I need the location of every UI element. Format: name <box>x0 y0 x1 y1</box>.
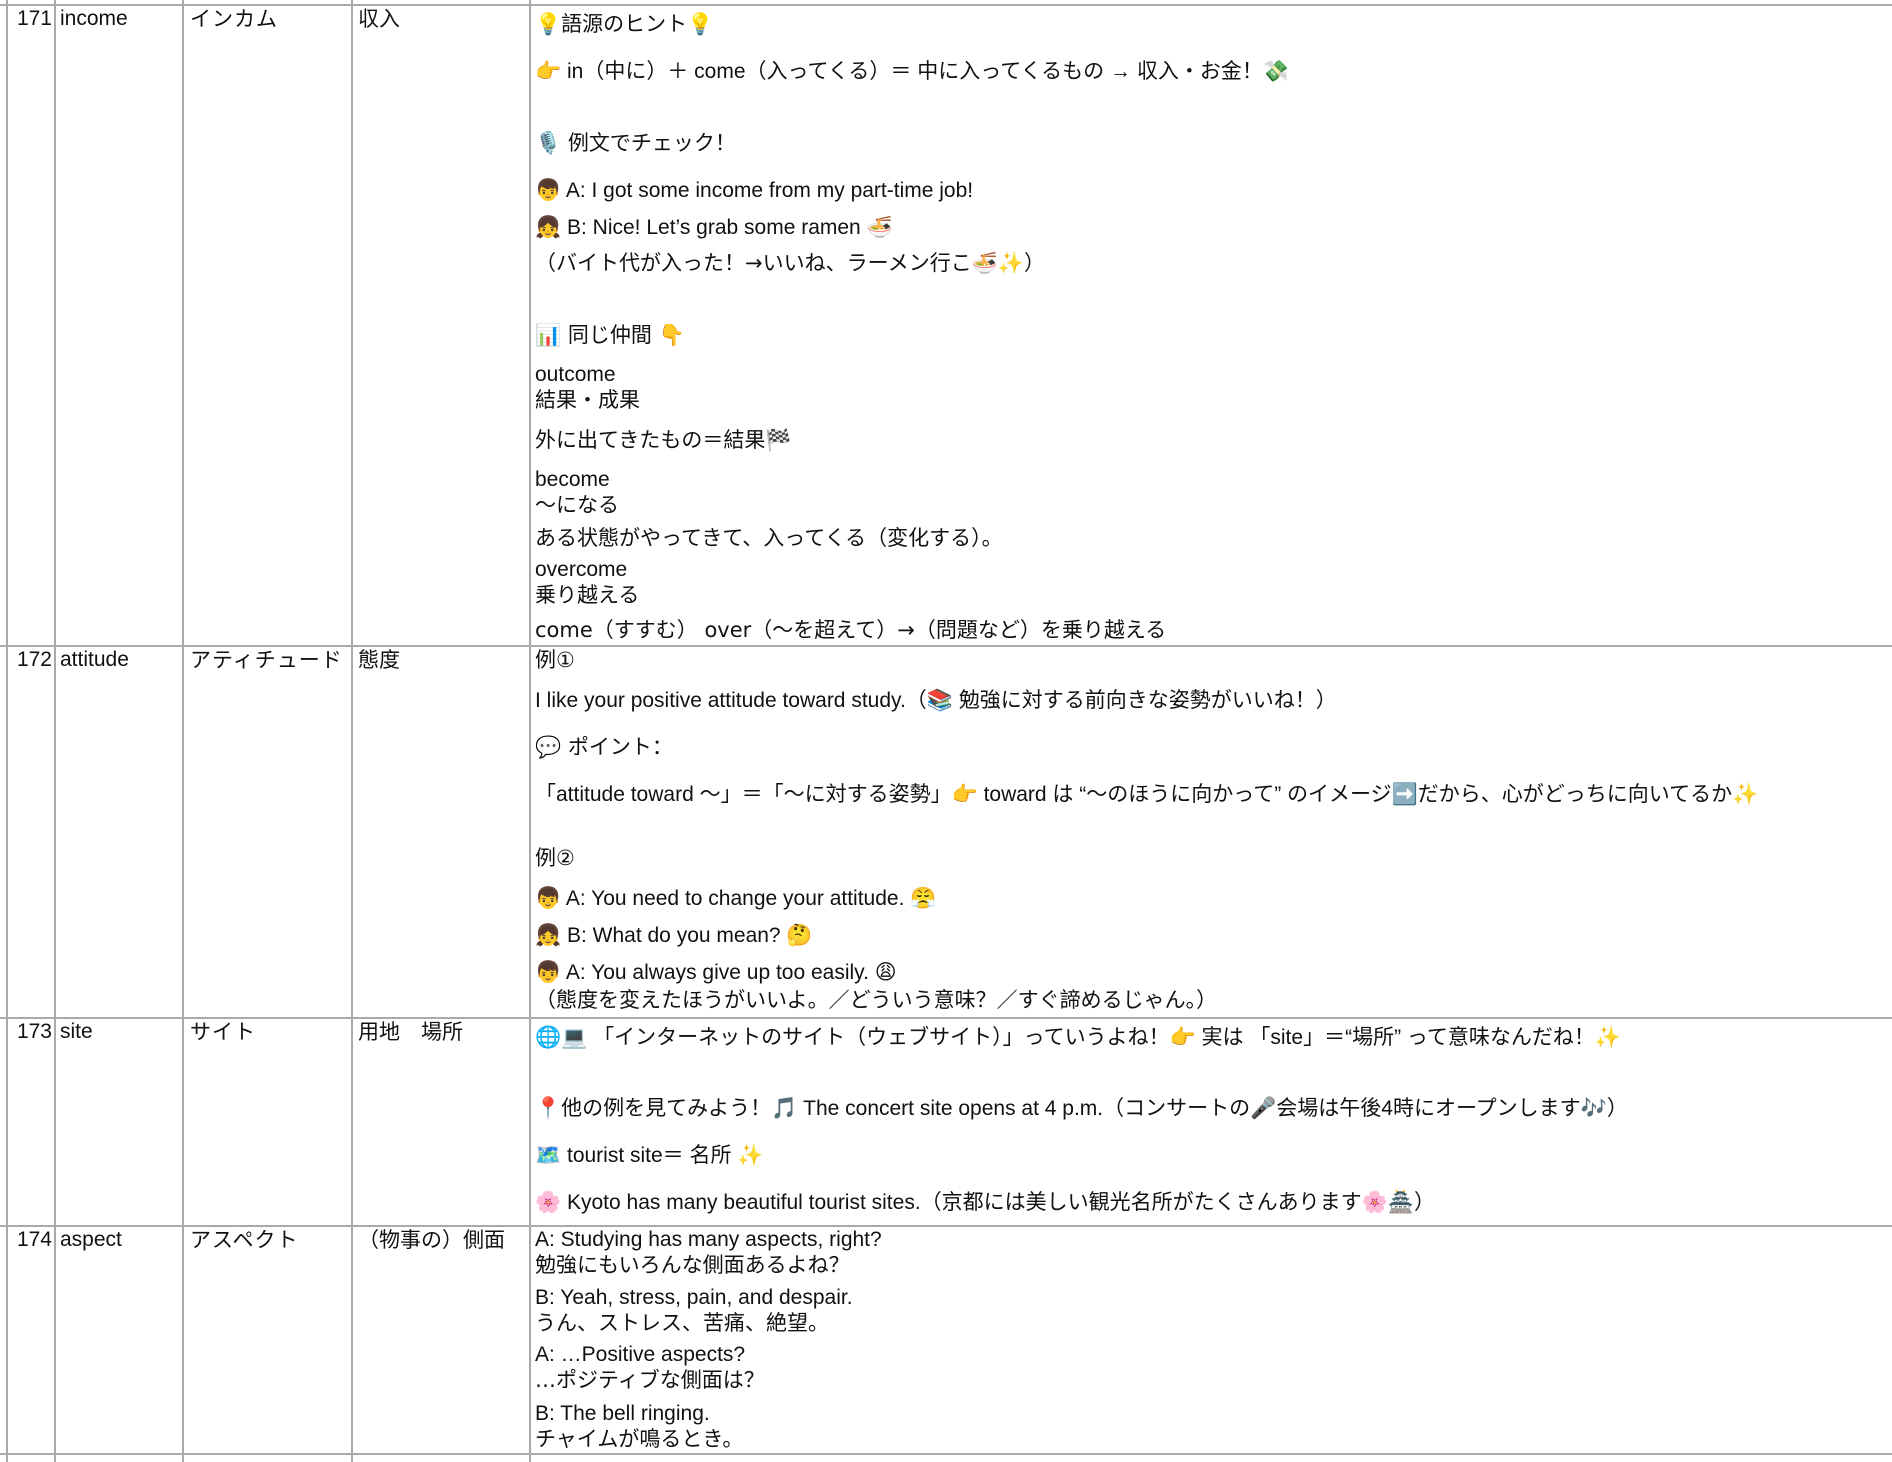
note-line: 🎙️ 例文でチェック！ <box>535 131 736 155</box>
note-line: 乗り越える <box>535 583 640 607</box>
note-line: I like your positive attitude toward stu… <box>535 689 1337 712</box>
japanese-meaning: 用地 場所 <box>358 1020 463 1044</box>
row-number: 174 <box>16 1228 52 1251</box>
note-line: overcome <box>535 558 628 581</box>
note-line: …ポジティブな側面は？ <box>535 1368 765 1392</box>
note-line: 「attitude toward 〜」＝「〜に対する姿勢」👉 toward は … <box>535 783 1759 806</box>
japanese-meaning: 態度 <box>358 648 400 672</box>
note-line: become <box>535 468 610 491</box>
note-line: A: …Positive aspects? <box>535 1343 746 1366</box>
english-word: site <box>60 1020 93 1043</box>
note-line: 〜になる <box>535 493 619 517</box>
katakana-reading: アティチュード <box>190 648 343 672</box>
column-divider <box>54 0 56 1462</box>
note-line: 🌐💻 「インターネットのサイト（ウェブサイト）」っていうよね！👉 実は 「sit… <box>535 1026 1621 1049</box>
note-line: （態度を変えたほうがいいよ。／どういう意味？／すぐ諦めるじゃん。） <box>535 988 1218 1012</box>
note-line: 勉強にもいろんな側面あるよね？ <box>535 1253 850 1277</box>
note-line: 💬 ポイント： <box>535 735 673 759</box>
note-line: チャイムが鳴るとき。 <box>535 1427 744 1451</box>
note-line: 👦 A: I got some income from my part-time… <box>535 179 974 202</box>
note-line: 👦 A: You always give up too easily. 😩 <box>535 961 897 984</box>
note-line: come（すすむ） over（〜を超えて）→（問題など）を乗り越える <box>535 618 1167 642</box>
note-line: 結果・成果 <box>535 388 640 412</box>
column-divider <box>529 0 531 1462</box>
row-divider <box>0 4 1892 6</box>
row-divider <box>0 1017 1892 1019</box>
note-line: 📊 同じ仲間 👇 <box>535 323 685 347</box>
row-number: 171 <box>16 7 52 30</box>
note-line: 例② <box>535 846 575 870</box>
column-divider <box>182 0 184 1462</box>
japanese-meaning: 収入 <box>358 7 400 31</box>
katakana-reading: アスペクト <box>190 1228 299 1252</box>
note-line: （バイト代が入った！→いいね、ラーメン行こ🍜✨） <box>535 251 1046 275</box>
katakana-reading: インカム <box>190 7 278 31</box>
note-line: うん、ストレス、苦痛、絶望。 <box>535 1311 829 1335</box>
row-number: 172 <box>16 648 52 671</box>
spreadsheet-grid: 171 income インカム 収入 💡語源のヒント💡 👉 in（中に）＋ co… <box>0 0 1892 1462</box>
katakana-reading: サイト <box>190 1020 256 1044</box>
english-word: aspect <box>60 1228 122 1251</box>
note-line: 👉 in（中に）＋ come（入ってくる）＝ 中に入ってくるもの → 収入・お金… <box>535 60 1289 83</box>
note-line: B: The bell ringing. <box>535 1402 710 1425</box>
row-divider <box>0 1453 1892 1455</box>
note-line: 💡語源のヒント💡 <box>535 12 714 36</box>
english-word: attitude <box>60 648 129 671</box>
english-word: income <box>60 7 128 30</box>
note-line: 👦 A: You need to change your attitude. 😤 <box>535 887 937 910</box>
note-line: 例① <box>535 648 575 672</box>
note-line: ある状態がやってきて、入ってくる（変化する）。 <box>535 526 1003 550</box>
note-line: 🗺️ tourist site＝ 名所 ✨ <box>535 1144 764 1167</box>
note-line: A: Studying has many aspects, right? <box>535 1228 882 1251</box>
note-line: 👧 B: What do you mean? 🤔 <box>535 924 813 947</box>
note-line: 📍他の例を見てみよう！🎵 The concert site opens at 4… <box>535 1097 1628 1120</box>
note-line: 👧 B: Nice! Let’s grab some ramen 🍜 <box>535 216 893 239</box>
note-line: 外に出てきたもの＝結果🏁 <box>535 428 792 452</box>
japanese-meaning: （物事の）側面 <box>358 1228 505 1252</box>
note-line: 🌸 Kyoto has many beautiful tourist sites… <box>535 1191 1435 1214</box>
column-divider <box>351 0 353 1462</box>
note-line: B: Yeah, stress, pain, and despair. <box>535 1286 853 1309</box>
note-line: outcome <box>535 363 616 386</box>
row-number: 173 <box>16 1020 52 1043</box>
